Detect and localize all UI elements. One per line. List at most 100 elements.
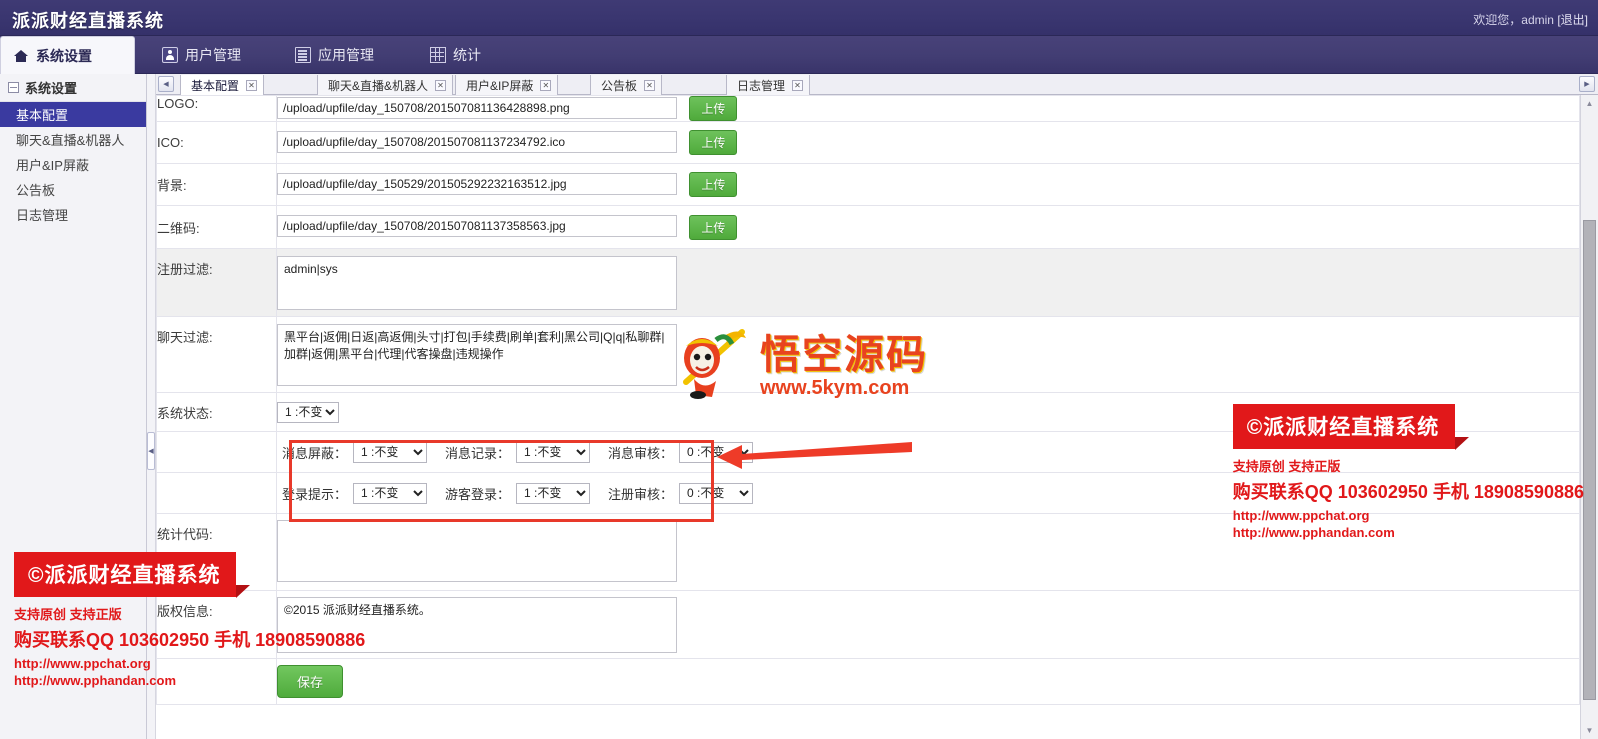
tab-scroll-left-button[interactable]: ◀ (158, 76, 174, 92)
field-label-ico: ICO: (156, 121, 277, 164)
sidebar-item-log-management[interactable]: 日志管理 (0, 202, 146, 227)
system-status-select[interactable]: 1 :不变 (277, 401, 339, 423)
background-path-input[interactable] (277, 172, 677, 195)
logo-path-input[interactable] (277, 96, 677, 119)
title-bar: 派派财经直播系统 欢迎您，admin [退出] (0, 0, 1598, 36)
tab-basic-config[interactable]: 基本配置 ✕ (180, 75, 265, 95)
scrollbar-thumb[interactable] (1583, 220, 1596, 700)
message-log-select[interactable]: 1 :不变 (516, 441, 591, 463)
basic-config-form: LOGO: 上传 ICO: 上传 背景: 上传 二维码: 上传 (156, 95, 1580, 705)
field-label-qrcode: 二维码: (156, 205, 277, 249)
option-label: 注册审核： (608, 486, 674, 502)
upload-button-qrcode[interactable]: 上传 (689, 214, 738, 240)
message-review-select[interactable]: 0 :不变 (679, 441, 754, 463)
register-review-select[interactable]: 0 :不变 (679, 482, 754, 504)
sidebar-item-user-ip-block[interactable]: 用户&IP屏蔽 (0, 152, 146, 177)
sidebar-collapse-handle[interactable]: ◀ (147, 432, 155, 470)
field-label-empty-1 (156, 431, 277, 473)
ico-path-input[interactable] (277, 130, 677, 153)
scroll-up-arrow-icon[interactable]: ▲ (1581, 95, 1598, 112)
tab-label: 日志管理 (737, 78, 786, 93)
tab-close-icon[interactable]: ✕ (540, 79, 552, 91)
option-label: 消息记录： (445, 445, 511, 461)
field-label-empty-2 (156, 472, 277, 514)
login-notice-select[interactable]: 1 :不变 (353, 482, 428, 504)
sidebar-splitter: ◀ (147, 74, 156, 739)
welcome-text: 欢迎您，admin (1473, 13, 1554, 27)
scroll-down-arrow-icon[interactable]: ▼ (1581, 722, 1598, 739)
upload-button-background[interactable]: 上传 (689, 172, 738, 197)
tab-close-icon[interactable]: ✕ (792, 79, 804, 91)
tab-scroll-right-button[interactable]: ▶ (1579, 76, 1595, 92)
message-block-select[interactable]: 1 :不变 (353, 441, 428, 463)
sidebar-header-label: 系统设置 (25, 81, 78, 96)
table-row-options-2: 登录提示： 1 :不变 游客登录： 1 :不变 注册审核： 0:不变 (156, 472, 1580, 514)
nav-item-app-management[interactable]: 应用管理 (283, 36, 388, 74)
option-group-message-review: 消息审核： 0 :不变 (608, 441, 754, 463)
sidebar-item-label: 基本配置 (16, 108, 69, 123)
field-label-chat-filter: 聊天过滤: (156, 316, 277, 393)
tab-user-ip-block[interactable]: 用户&IP屏蔽 ✕ (455, 75, 559, 95)
nav-item-label: 系统设置 (36, 47, 92, 64)
sidebar-item-label: 用户&IP屏蔽 (16, 158, 89, 173)
content-vertical-scrollbar[interactable]: ▲ ▼ (1580, 95, 1598, 739)
table-row-background: 背景: 上传 (156, 163, 1580, 206)
table-row-save: 保存 (156, 658, 1580, 705)
option-label: 消息屏蔽： (282, 445, 348, 461)
tab-label: 用户&IP屏蔽 (466, 78, 534, 93)
collapse-box-icon[interactable] (8, 82, 19, 93)
table-row-ico: ICO: 上传 (156, 121, 1580, 164)
field-label-copyright: 版权信息: (156, 590, 277, 659)
sidebar-header: 系统设置 (0, 74, 146, 102)
register-filter-textarea[interactable] (277, 256, 677, 310)
tab-label: 公告板 (601, 78, 638, 93)
app-list-icon (295, 47, 311, 63)
option-group-guest-login: 游客登录： 1 :不变 (445, 482, 591, 504)
tab-close-icon[interactable]: ✕ (644, 79, 656, 91)
field-label-stat-code: 统计代码: (156, 513, 277, 591)
nav-item-label: 统计 (453, 47, 481, 63)
table-row-copyright: 版权信息: (156, 590, 1580, 659)
field-label-logo: LOGO: (156, 95, 277, 122)
qrcode-path-input[interactable] (277, 215, 677, 238)
sidebar-item-chat-live-robot[interactable]: 聊天&直播&机器人 (0, 127, 146, 152)
option-group-register-review: 注册审核： 0 :不变 (608, 482, 754, 504)
options-row-2: 登录提示： 1 :不变 游客登录： 1 :不变 注册审核： 0:不变 (277, 473, 1579, 513)
sidebar-item-label: 聊天&直播&机器人 (16, 133, 125, 148)
tab-bulletin-board[interactable]: 公告板 ✕ (590, 75, 663, 95)
app-title: 派派财经直播系统 (12, 11, 164, 31)
sidebar-item-basic-config[interactable]: 基本配置 (0, 102, 146, 127)
sidebar-item-bulletin-board[interactable]: 公告板 (0, 177, 146, 202)
upload-button-ico[interactable]: 上传 (689, 130, 738, 155)
table-row-options-1: 消息屏蔽： 1 :不变 消息记录： 1 :不变 消息审核： 0:不变 (156, 431, 1580, 473)
tab-chat-live-robot[interactable]: 聊天&直播&机器人 ✕ (317, 75, 454, 95)
content-pane: LOGO: 上传 ICO: 上传 背景: 上传 二维码: 上传 (156, 95, 1580, 739)
table-row-system-status: 系统状态: 1 :不变 (156, 392, 1580, 432)
table-row-chat-filter: 聊天过滤: (156, 316, 1580, 393)
option-label: 游客登录： (445, 486, 511, 502)
upload-button-logo[interactable]: 上传 (689, 96, 738, 121)
guest-login-select[interactable]: 1 :不变 (516, 482, 591, 504)
welcome-area: 欢迎您，admin [退出] (1473, 11, 1588, 28)
option-group-login-notice: 登录提示： 1 :不变 (282, 482, 428, 504)
logout-link[interactable]: [退出] (1557, 13, 1588, 27)
option-group-message-log: 消息记录： 1 :不变 (445, 441, 591, 463)
tab-label: 聊天&直播&机器人 (328, 78, 429, 93)
chat-filter-textarea[interactable] (277, 324, 677, 386)
nav-item-label: 用户管理 (185, 47, 241, 63)
tab-close-icon[interactable]: ✕ (435, 79, 447, 91)
stat-code-textarea[interactable] (277, 520, 677, 582)
table-row-qrcode: 二维码: 上传 (156, 205, 1580, 249)
tab-log-management[interactable]: 日志管理 ✕ (726, 75, 811, 95)
nav-item-system-settings[interactable]: 系统设置 (0, 36, 135, 74)
nav-item-statistics[interactable]: 统计 (418, 36, 495, 74)
tab-close-icon[interactable]: ✕ (246, 79, 258, 91)
tab-strip: ◀ 基本配置 ✕ 聊天&直播&机器人 ✕ 用户&IP屏蔽 ✕ 公告板 ✕ 日志管… (156, 74, 1598, 95)
nav-item-user-management[interactable]: 用户管理 (150, 36, 255, 74)
option-label: 消息审核： (608, 445, 674, 461)
table-row-register-filter: 注册过滤: (156, 248, 1580, 317)
copyright-textarea[interactable] (277, 597, 677, 653)
save-button[interactable]: 保存 (277, 665, 344, 698)
nav-item-label: 应用管理 (318, 47, 374, 63)
sidebar-item-label: 日志管理 (16, 208, 69, 223)
